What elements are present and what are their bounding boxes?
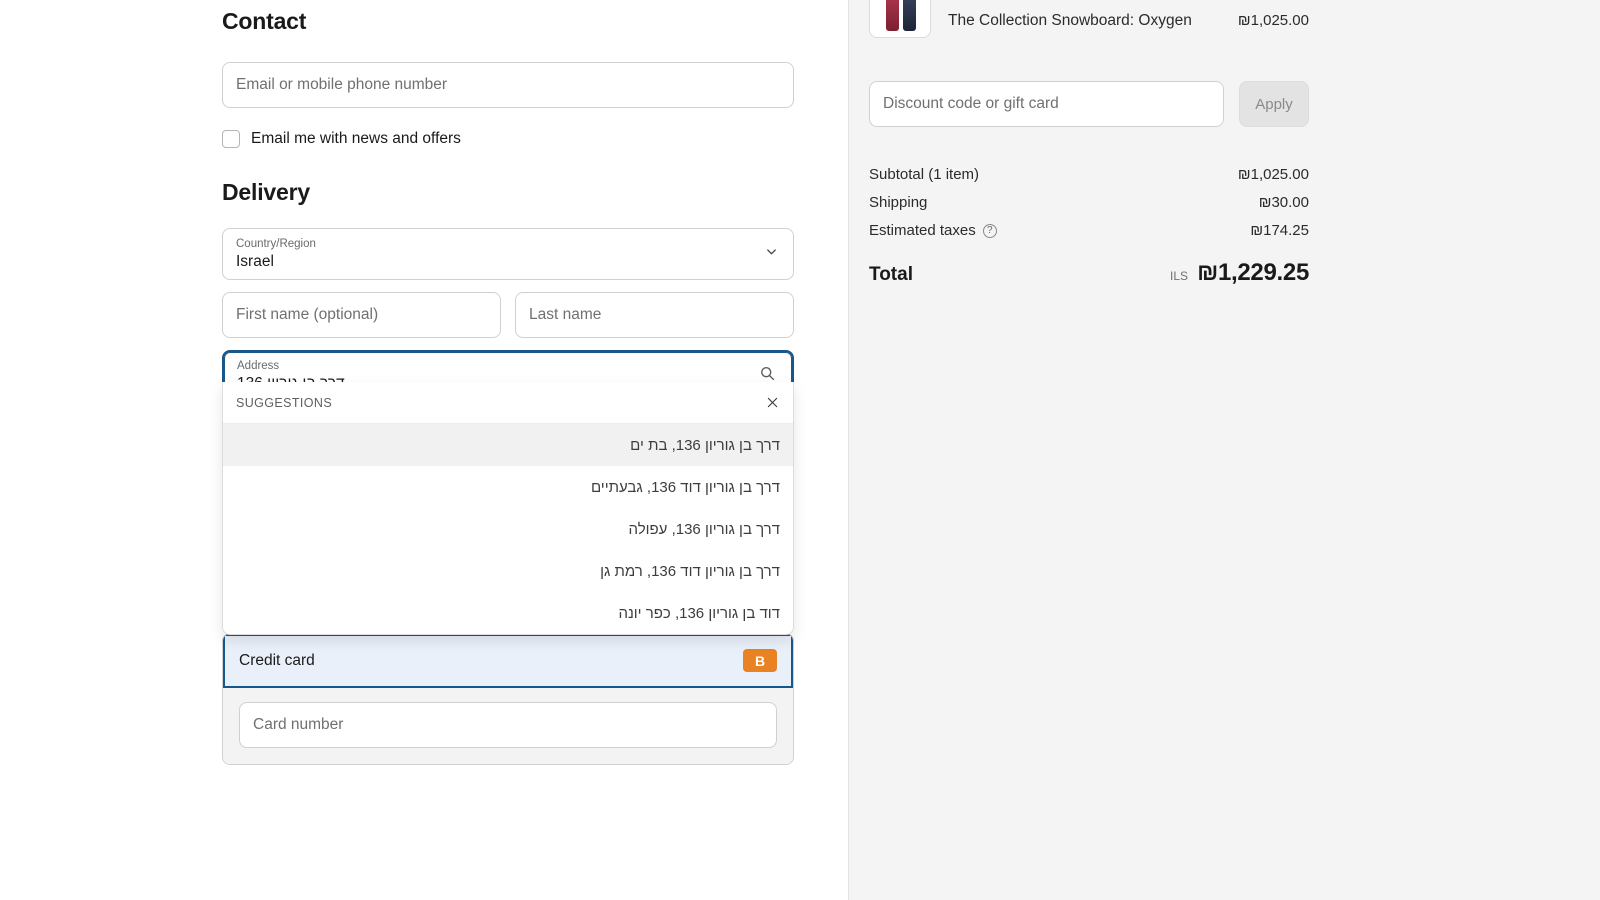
line-item: The Collection Snowboard: Oxygen ₪1,025.… <box>869 8 1309 38</box>
address-suggestions-dropdown: SUGGESTIONS דרך בן גוריון 136, בת ים דרך… <box>222 382 794 635</box>
order-summary: The Collection Snowboard: Oxygen ₪1,025.… <box>869 0 1309 287</box>
bogus-gateway-badge: B <box>743 649 777 672</box>
total-amount-wrap: ILS ₪1,229.25 <box>1170 259 1309 287</box>
grand-total-row: Total ILS ₪1,229.25 <box>869 259 1309 287</box>
suggestion-item[interactable]: דרך בן גוריון דוד 136, גבעתיים <box>223 466 793 508</box>
shipping-value: ₪30.00 <box>1259 189 1309 217</box>
close-icon[interactable] <box>765 395 780 410</box>
checkout-form-panel: Contact Email or mobile phone number Ema… <box>0 0 848 900</box>
line-item-title: The Collection Snowboard: Oxygen <box>948 8 1221 30</box>
discount-placeholder: Discount code or gift card <box>883 95 1059 113</box>
line-item-price: ₪1,025.00 <box>1238 8 1309 29</box>
credit-card-form: Card number <box>223 688 793 764</box>
discount-code-input[interactable]: Discount code or gift card <box>869 81 1224 127</box>
total-amount: ₪1,229.25 <box>1197 259 1309 287</box>
order-summary-panel: The Collection Snowboard: Oxygen ₪1,025.… <box>848 0 1600 900</box>
newsletter-label: Email me with news and offers <box>251 130 461 148</box>
first-name-placeholder: First name (optional) <box>236 306 378 324</box>
card-number-placeholder: Card number <box>253 716 343 734</box>
first-name-field[interactable]: First name (optional) <box>222 292 501 338</box>
taxes-value: ₪174.25 <box>1250 217 1309 245</box>
summary-row-subtotal: Subtotal (1 item) ₪1,025.00 <box>869 161 1309 189</box>
suggestions-header: SUGGESTIONS <box>223 382 793 424</box>
country-region-select[interactable]: Country/Region Israel <box>222 228 794 280</box>
checkout-page: Contact Email or mobile phone number Ema… <box>0 0 1600 900</box>
last-name-field[interactable]: Last name <box>515 292 794 338</box>
apply-discount-button[interactable]: Apply <box>1239 81 1309 127</box>
shipping-label: Shipping <box>869 189 927 217</box>
suggestion-item[interactable]: דרך בן גוריון 136, עפולה <box>223 508 793 550</box>
suggestion-item[interactable]: דרך בן גוריון 136, בת ים <box>223 424 793 466</box>
discount-row: Discount code or gift card Apply <box>869 81 1309 127</box>
info-icon[interactable]: ? <box>983 224 997 238</box>
subtotal-value: ₪1,025.00 <box>1238 161 1309 189</box>
newsletter-checkbox[interactable] <box>222 130 240 148</box>
snowboard-navy-icon <box>903 0 916 31</box>
subtotal-label: Subtotal (1 item) <box>869 161 979 189</box>
suggestion-item[interactable]: דרך בן גוריון דוד 136, רמת גן <box>223 550 793 592</box>
total-label: Total <box>869 264 913 286</box>
newsletter-checkbox-row[interactable]: Email me with news and offers <box>222 130 794 148</box>
payment-method-box: Credit card B Card number <box>222 633 794 765</box>
taxes-label-wrap: Estimated taxes ? <box>869 217 997 245</box>
total-currency: ILS <box>1170 269 1188 283</box>
country-region-label: Country/Region <box>236 237 780 252</box>
contact-heading: Contact <box>222 8 794 36</box>
product-thumbnail <box>869 0 931 38</box>
email-placeholder: Email or mobile phone number <box>236 76 447 94</box>
suggestions-header-label: SUGGESTIONS <box>236 396 332 410</box>
summary-row-shipping: Shipping ₪30.00 <box>869 189 1309 217</box>
credit-card-method-row[interactable]: Credit card B <box>223 634 793 688</box>
email-field[interactable]: Email or mobile phone number <box>222 62 794 108</box>
last-name-placeholder: Last name <box>529 306 601 324</box>
delivery-heading: Delivery <box>222 179 794 207</box>
card-number-field[interactable]: Card number <box>239 702 777 748</box>
credit-card-label: Credit card <box>239 652 315 670</box>
taxes-label: Estimated taxes <box>869 217 976 245</box>
suggestion-item[interactable]: דוד בן גוריון 136, כפר יונה <box>223 592 793 634</box>
name-row: First name (optional) Last name <box>222 292 794 338</box>
snowboard-red-icon <box>886 0 899 31</box>
country-region-value: Israel <box>236 252 780 271</box>
chevron-down-icon <box>764 244 779 264</box>
summary-row-taxes: Estimated taxes ? ₪174.25 <box>869 217 1309 245</box>
address-label: Address <box>237 359 779 374</box>
